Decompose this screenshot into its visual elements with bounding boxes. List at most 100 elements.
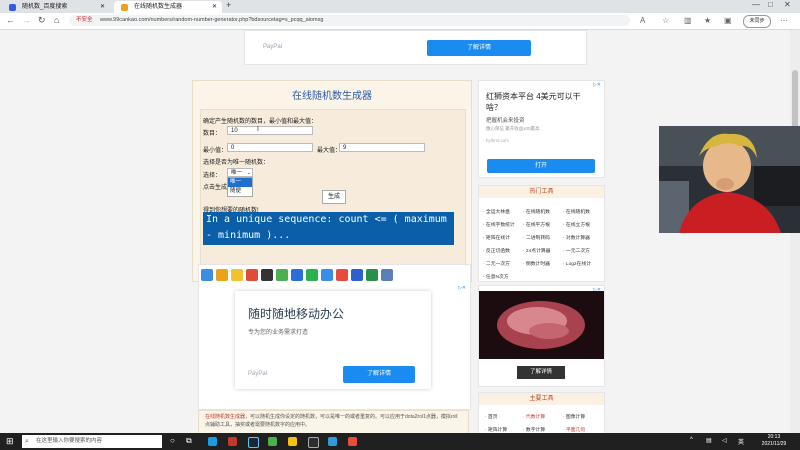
- open-button[interactable]: 打开: [487, 159, 595, 173]
- generator-title: 在线随机数生成器: [292, 91, 372, 102]
- main-tool-link[interactable]: · 首页: [485, 413, 498, 420]
- min-input[interactable]: 0: [227, 143, 313, 152]
- ad-choices-icon[interactable]: ▷✕: [458, 285, 466, 291]
- app-icon[interactable]: [308, 437, 319, 448]
- right-ad-top[interactable]: ▷✕ 红狮资本平台 4美元可以干啥？ 把握机会来投资 缴心保证 聚开收益x00赢…: [478, 80, 605, 178]
- hot-tool-link[interactable]: · 在线平方根: [523, 221, 550, 228]
- refresh-icon[interactable]: ↻: [38, 15, 46, 26]
- main-tool-link[interactable]: · 代数计算: [523, 413, 545, 420]
- new-tab-icon[interactable]: +: [226, 0, 231, 10]
- steam-icon[interactable]: [248, 437, 259, 448]
- right-ad-subtitle: 把握机会来投资: [486, 118, 525, 124]
- volume-icon[interactable]: ◁: [722, 437, 727, 444]
- close-tab-icon[interactable]: ✕: [212, 1, 217, 13]
- forward-icon[interactable]: →: [22, 15, 31, 25]
- taskbar-search-input[interactable]: ⌕ 在这里输入你要搜索的内容: [22, 435, 162, 448]
- hot-tool-link[interactable]: · Log2在线计: [563, 260, 591, 267]
- windows-start-icon[interactable]: ⊞: [6, 436, 14, 447]
- more-menu-icon[interactable]: ⋯: [780, 16, 788, 25]
- hot-tool-link[interactable]: · 24点计算器: [523, 247, 550, 254]
- scrollbar-thumb[interactable]: [792, 70, 798, 130]
- mid-ad-card[interactable]: 随时随地移动办公 专为您的业务需求打造 PayPal 了解详情: [235, 291, 431, 389]
- tencent-weibo-icon[interactable]: [321, 269, 333, 281]
- wechat-icon[interactable]: [306, 269, 318, 281]
- plus-icon[interactable]: [201, 269, 213, 281]
- favorites-icon[interactable]: ★: [704, 16, 711, 25]
- unique-prompt: 选择是否为唯一随机数：: [203, 160, 270, 166]
- max-input[interactable]: 9: [339, 143, 425, 152]
- window-close-icon[interactable]: ✕: [784, 0, 791, 9]
- hot-tool-link[interactable]: · 矩阵在线计: [483, 234, 510, 241]
- weibo-icon[interactable]: [246, 269, 258, 281]
- generator-panel: 在线随机数生成器 确定产生随机数的数目，最小值和最大值： 数目： 10 I 最小…: [192, 80, 472, 282]
- hot-tool-link[interactable]: · 在线随机数: [523, 208, 550, 215]
- dropdown-option-random[interactable]: 随便: [228, 187, 252, 196]
- network-icon[interactable]: ▤: [706, 437, 712, 444]
- collections-icon[interactable]: ▣: [724, 16, 732, 25]
- hot-tool-link[interactable]: · 任意N次方: [483, 273, 509, 280]
- file-explorer-icon[interactable]: [288, 437, 297, 446]
- edge-icon[interactable]: [208, 437, 217, 446]
- tab-random-generator[interactable]: 在线随机数生成器 ✕: [114, 1, 222, 13]
- main-tool-link[interactable]: · 数字计算: [523, 426, 545, 433]
- hot-tool-link[interactable]: · 对数计算器: [563, 234, 590, 241]
- bookmark-icon[interactable]: [336, 269, 348, 281]
- qzone-icon[interactable]: [231, 269, 243, 281]
- learn-more-button[interactable]: 了解详情: [517, 366, 565, 379]
- url-field[interactable]: 不安全 www.99cankao.com/numbers/random-numb…: [70, 15, 630, 26]
- back-icon[interactable]: ←: [6, 15, 15, 25]
- sync-button[interactable]: 未同步: [743, 15, 771, 28]
- hot-tool-link[interactable]: · 倒数计时器: [523, 260, 550, 267]
- app-icon[interactable]: [328, 437, 337, 446]
- cortana-icon[interactable]: ○: [170, 436, 175, 445]
- qq-icon[interactable]: [261, 269, 273, 281]
- tray-expand-icon[interactable]: ^: [690, 437, 693, 443]
- max-label: 最大值：: [317, 148, 342, 154]
- taskbar-clock[interactable]: 20:13 2021/11/29: [752, 434, 796, 448]
- count-input[interactable]: 10: [227, 126, 313, 135]
- clover-icon[interactable]: [276, 269, 288, 281]
- main-tool-link[interactable]: · 图像计算: [563, 413, 585, 420]
- click-label: 点击生成: [203, 185, 228, 191]
- renren-icon[interactable]: [291, 269, 303, 281]
- favorite-star-icon[interactable]: ☆: [662, 16, 669, 25]
- baidu-icon[interactable]: [351, 269, 363, 281]
- learn-more-button[interactable]: 了解详情: [427, 40, 531, 56]
- ad-choices-icon[interactable]: ▷✕: [593, 82, 601, 88]
- description-highlight: 在线随机数生成器: [205, 414, 246, 420]
- hot-tool-link[interactable]: · 二进制转码: [523, 234, 550, 241]
- result-box[interactable]: In a unique sequence: count <= ( maximum…: [203, 212, 454, 245]
- main-tool-link[interactable]: · 矩阵计算: [485, 426, 507, 433]
- minimize-icon[interactable]: —: [752, 0, 760, 9]
- main-tool-link[interactable]: · 平面几何: [563, 426, 585, 433]
- task-view-icon[interactable]: ⧉: [186, 436, 192, 446]
- right-ad-image[interactable]: ▷✕ 了解详情: [478, 285, 605, 387]
- close-tab-icon[interactable]: ✕: [100, 1, 105, 13]
- generate-button[interactable]: 生成: [322, 190, 346, 204]
- select-value: 唯一: [231, 170, 243, 176]
- home-icon[interactable]: ⌂: [54, 15, 59, 25]
- hot-tool-link[interactable]: · 全运大林盘: [483, 208, 510, 215]
- netease-music-icon[interactable]: [228, 437, 237, 446]
- dropdown-option-unique[interactable]: 唯一: [228, 178, 252, 187]
- hot-tool-link[interactable]: · 二元一次方: [483, 260, 510, 267]
- app-icon[interactable]: [268, 437, 277, 446]
- ime-icon[interactable]: 英: [738, 437, 744, 446]
- unique-select[interactable]: 唯一 ⌄: [227, 168, 253, 177]
- douban-icon[interactable]: [366, 269, 378, 281]
- hot-tool-link[interactable]: · 在线立方根: [563, 221, 590, 228]
- hot-tool-link[interactable]: · 在线随机数: [563, 208, 590, 215]
- star-icon[interactable]: [216, 269, 228, 281]
- hot-tools-title: 热门工具: [479, 186, 604, 198]
- tab-baidu-search[interactable]: 随机数_百度搜索 ✕: [2, 1, 110, 13]
- maximize-icon[interactable]: □: [768, 0, 773, 9]
- hot-tool-link[interactable]: · 在线字数统计: [483, 221, 515, 228]
- print-icon[interactable]: [381, 269, 393, 281]
- top-ad[interactable]: PayPal 了解详情: [244, 30, 587, 65]
- hot-tool-link[interactable]: · 反正切函数: [483, 247, 510, 254]
- split-screen-icon[interactable]: ▥: [684, 16, 692, 25]
- read-aloud-icon[interactable]: A: [640, 16, 645, 25]
- learn-more-button[interactable]: 了解详情: [343, 366, 415, 383]
- hot-tool-link[interactable]: · 一元二次方: [563, 247, 590, 254]
- app-icon[interactable]: [348, 437, 357, 446]
